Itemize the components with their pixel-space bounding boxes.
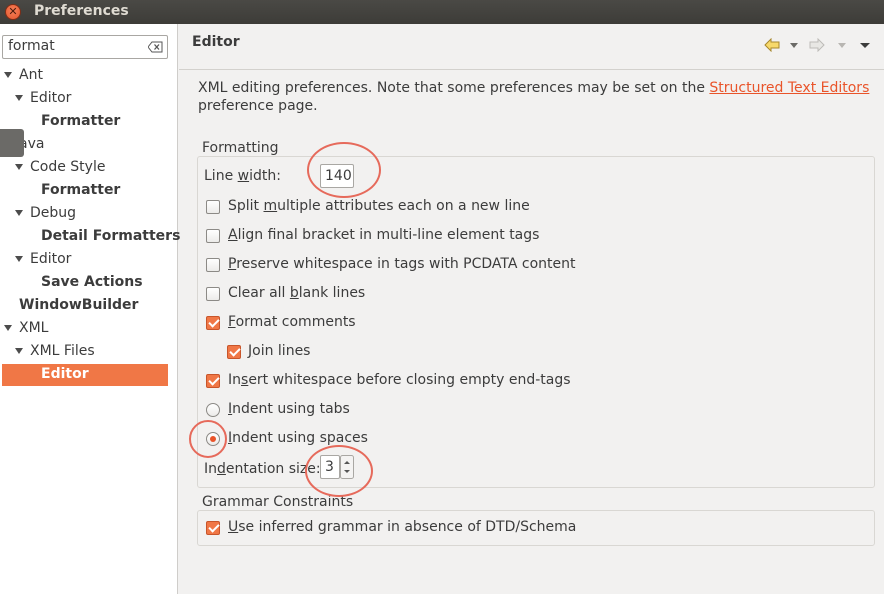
expand-triangle-icon[interactable] [4, 72, 12, 78]
format-comments-checkbox[interactable] [206, 316, 220, 330]
tree-item-label: Editor [41, 366, 89, 382]
tree-item-label: XML Files [30, 343, 95, 359]
tree-item[interactable]: ava [0, 133, 176, 155]
expand-triangle-icon[interactable] [15, 164, 23, 170]
view-menu-icon[interactable] [859, 38, 871, 52]
tree-item[interactable]: Detail Formatters [0, 225, 180, 247]
tree-item[interactable]: WindowBuilder [0, 294, 176, 316]
filter-input-value: format [8, 38, 55, 54]
tree-item-label: Debug [30, 205, 77, 221]
forward-arrow-icon[interactable] [809, 38, 825, 52]
indent-tabs-radio[interactable] [206, 403, 220, 417]
clear-blank-lines-checkbox[interactable] [206, 287, 220, 301]
window-title: Preferences [34, 3, 129, 19]
editor-preference-page: Editor XML editing preferences. Note tha… [179, 24, 884, 594]
page-description: XML editing preferences. Note that some … [198, 79, 878, 115]
format-comments-label: Format comments [228, 314, 356, 330]
header-divider [179, 69, 884, 70]
expand-triangle-icon[interactable] [15, 256, 23, 262]
tree-item-label: Formatter [41, 182, 121, 198]
tree-item-label: Formatter [41, 113, 121, 129]
tree-item[interactable]: Formatter [0, 110, 176, 132]
expand-triangle-icon[interactable] [4, 325, 12, 331]
description-text: XML editing preferences. Note that some … [198, 80, 710, 96]
split-attributes-checkbox[interactable] [206, 200, 220, 214]
preferences-tree-pane: format Ant Editor Formatter ava Code Style Fo… [0, 24, 180, 594]
annotation-circle-line-width [307, 142, 381, 198]
split-attributes-label: Split multiple attributes each on a new … [228, 198, 530, 214]
clear-blank-lines-label: Clear all blank lines [228, 285, 366, 301]
tree-item-label: Ant [19, 67, 43, 83]
align-bracket-checkbox[interactable] [206, 229, 220, 243]
tree-item-label: WindowBuilder [19, 297, 139, 313]
tree-item[interactable]: Formatter [0, 179, 176, 201]
expand-triangle-icon[interactable] [15, 95, 23, 101]
insert-whitespace-label: Insert whitespace before closing empty e… [228, 372, 571, 388]
expand-triangle-icon[interactable] [15, 348, 23, 354]
clear-filter-icon[interactable] [148, 41, 163, 53]
structured-text-editors-link[interactable]: Structured Text Editors [709, 80, 869, 96]
overlay-tab-icon [0, 129, 24, 157]
tree-item-label: Detail Formatters [41, 228, 181, 244]
tree-item[interactable]: Save Actions [0, 271, 176, 293]
indentation-size-label: Indentation size: [204, 461, 321, 477]
back-arrow-icon[interactable] [764, 38, 780, 52]
join-lines-label: Join lines [248, 343, 311, 359]
indent-tabs-label: Indent using tabs [228, 401, 350, 417]
back-dropdown-icon[interactable] [789, 38, 799, 52]
tree-item-label: Code Style [30, 159, 106, 175]
expand-triangle-icon[interactable] [15, 210, 23, 216]
tree-item[interactable]: Ant [0, 64, 176, 86]
annotation-circle-indent-size [305, 445, 373, 497]
tree-item-label: Editor [30, 251, 72, 267]
tree-item-label: Editor [30, 90, 72, 106]
close-icon[interactable]: ✕ [5, 4, 21, 20]
formatting-group-title: Formatting [199, 140, 282, 156]
filter-input[interactable]: format [2, 35, 168, 59]
join-lines-checkbox[interactable] [227, 345, 241, 359]
tree-item[interactable]: Editor [0, 248, 176, 270]
insert-whitespace-checkbox[interactable] [206, 374, 220, 388]
preserve-whitespace-checkbox[interactable] [206, 258, 220, 272]
title-bar: ✕ Preferences [0, 0, 884, 24]
inferred-grammar-checkbox[interactable] [206, 521, 220, 535]
inferred-grammar-label: Use inferred grammar in absence of DTD/S… [228, 519, 577, 535]
tree-item[interactable]: Editor [0, 363, 176, 385]
tree-item[interactable]: Editor [0, 87, 176, 109]
page-title: Editor [192, 34, 240, 50]
tree-item-label: XML [19, 320, 49, 336]
description-text-end: preference page. [198, 98, 318, 114]
tree-item[interactable]: Debug [0, 202, 176, 224]
forward-dropdown-icon[interactable] [837, 38, 847, 52]
align-bracket-label: Align final bracket in multi-line elemen… [228, 227, 540, 243]
preserve-whitespace-label: Preserve whitespace in tags with PCDATA … [228, 256, 576, 272]
annotation-circle-indent-spaces [189, 420, 227, 458]
line-width-label: Line width: [204, 168, 281, 184]
tree-item[interactable]: XML Files [0, 340, 176, 362]
tree-item-label: Save Actions [41, 274, 143, 290]
tree-item[interactable]: XML [0, 317, 176, 339]
tree-item[interactable]: Code Style [0, 156, 176, 178]
